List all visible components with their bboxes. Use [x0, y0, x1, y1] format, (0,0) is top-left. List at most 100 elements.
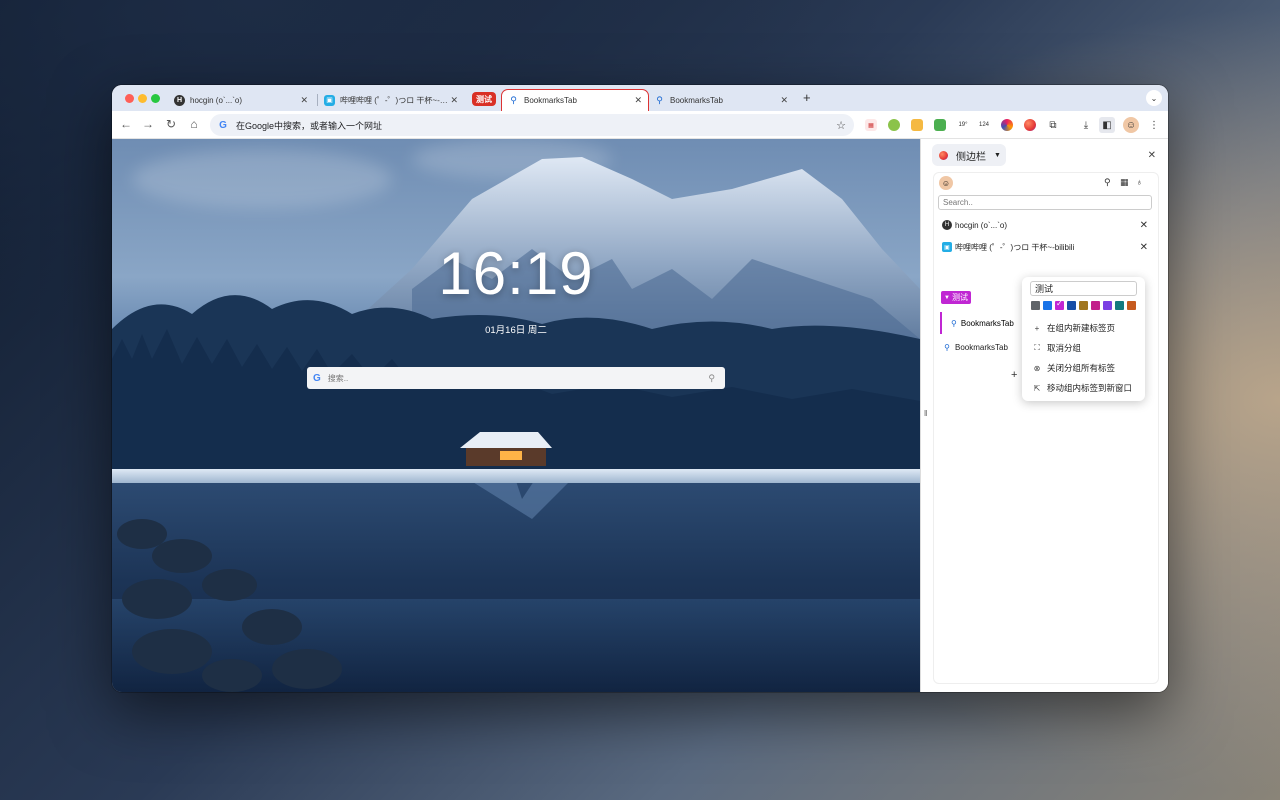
- list-item[interactable]: H hocgin (o`...`o) ✕: [938, 216, 1152, 234]
- home-icon[interactable]: ⌂: [186, 117, 202, 131]
- menu-item-ungroup[interactable]: ⛶ 取消分组: [1032, 340, 1081, 356]
- color-swatch[interactable]: [1079, 301, 1088, 310]
- tab-hocgin[interactable]: H hocgin (o`...`o) ✕: [174, 89, 314, 111]
- bilibili-favicon-icon: ▣: [942, 242, 952, 252]
- group-tab-label: BookmarksTab: [960, 318, 1014, 328]
- menu-item-label: 取消分组: [1047, 343, 1082, 353]
- cabin: [460, 432, 552, 466]
- address-bar[interactable]: G 在Google中搜索，或者输入一个网址 ☆: [210, 114, 854, 136]
- tab-close-icon[interactable]: ✕: [780, 95, 788, 106]
- ext-puzzle-green-icon[interactable]: [934, 119, 946, 131]
- search-favicon-icon: ⚲: [951, 318, 957, 328]
- ext-folder-icon[interactable]: [911, 119, 923, 131]
- ext-sidebar-logo-icon[interactable]: [1024, 119, 1036, 131]
- sidepanel-search-input[interactable]: [938, 195, 1152, 210]
- tab-strip: H hocgin (o`...`o) ✕ ▣ 哔哩哔哩 (゜-゜)つロ 干杯~-…: [112, 85, 1168, 111]
- add-item-button[interactable]: +: [1011, 369, 1017, 381]
- browser-window: H hocgin (o`...`o) ✕ ▣ 哔哩哔哩 (゜-゜)つロ 干杯~-…: [112, 85, 1168, 692]
- ext-color-wheel-icon[interactable]: [1001, 119, 1013, 131]
- list-item-label: 哔哩哔哩 (゜-゜)つロ 干杯~-bilibili: [955, 242, 1075, 252]
- color-swatch[interactable]: [1127, 301, 1136, 310]
- tab-bookmarkstab[interactable]: ⚲ BookmarksTab ✕: [654, 89, 794, 111]
- tab-bilibili[interactable]: ▣ 哔哩哔哩 (゜-゜)つロ 干杯~-bili ✕: [324, 89, 464, 111]
- tab-close-icon[interactable]: ✕: [300, 95, 308, 106]
- profile-avatar[interactable]: ☺: [1123, 117, 1139, 133]
- avatar[interactable]: ☺: [939, 176, 953, 190]
- newtab-search-input[interactable]: [327, 373, 688, 383]
- color-swatch[interactable]: [1043, 301, 1052, 310]
- grid-icon[interactable]: ▦: [1120, 177, 1129, 188]
- menu-item-new-tab-in-group[interactable]: + 在组内新建标签页: [1032, 320, 1115, 336]
- hocgin-favicon-icon: H: [174, 94, 185, 106]
- side-panel-toggle-icon[interactable]: ◧: [1099, 117, 1115, 133]
- menu-item-label: 在组内新建标签页: [1047, 323, 1116, 333]
- tab-title: 哔哩哔哩 (゜-゜)つロ 干杯~-bili: [340, 95, 448, 105]
- address-bar-placeholder: 在Google中搜索，或者输入一个网址: [236, 120, 383, 131]
- tab-close-icon[interactable]: ✕: [450, 95, 458, 106]
- google-icon: G: [219, 119, 227, 131]
- hocgin-favicon-icon: H: [942, 220, 952, 230]
- window-minimize-button[interactable]: [138, 94, 147, 103]
- move-window-icon: ⇱: [1033, 383, 1041, 393]
- snowy-shore: [112, 469, 920, 483]
- search-favicon-icon: ⚲: [656, 94, 663, 105]
- menu-item-label: 关闭分组所有标签: [1047, 363, 1116, 373]
- download-icon[interactable]: ⤓: [1078, 117, 1094, 133]
- google-icon: G: [313, 372, 321, 384]
- ext-globe-icon[interactable]: [888, 119, 900, 131]
- tab-search-chevron-icon[interactable]: ⌄: [1146, 90, 1162, 106]
- menu-item-label: 移动组内标签到新窗口: [1047, 383, 1133, 393]
- search-icon[interactable]: ⚲: [1104, 177, 1111, 188]
- chevron-down-icon: ▼: [994, 151, 1001, 159]
- window-maximize-button[interactable]: [151, 94, 160, 103]
- clock-time: 16:19: [438, 240, 594, 307]
- color-swatch[interactable]: [1115, 301, 1124, 310]
- ungroup-icon: ⛶: [1034, 343, 1040, 352]
- bookmark-star-icon[interactable]: ☆: [836, 119, 846, 132]
- color-swatch[interactable]: [1055, 299, 1064, 310]
- resize-handle-icon[interactable]: ‖: [924, 409, 927, 418]
- forward-arrow-icon[interactable]: →: [140, 117, 156, 131]
- search-icon[interactable]: ⚲: [708, 373, 715, 384]
- close-icon[interactable]: ✕: [1140, 220, 1148, 231]
- side-panel-close-icon[interactable]: ✕: [1148, 150, 1156, 161]
- menu-item-move-to-new-window[interactable]: ⇱ 移动组内标签到新窗口: [1032, 380, 1132, 396]
- plus-icon: +: [1034, 323, 1040, 333]
- new-tab-button[interactable]: +: [803, 90, 811, 105]
- back-arrow-icon[interactable]: ←: [118, 117, 134, 131]
- group-chip-label: 测试: [951, 293, 968, 302]
- ext-grid-icon[interactable]: ▦: [865, 119, 877, 131]
- color-swatch[interactable]: [1091, 301, 1100, 310]
- ext-weather-icon[interactable]: 19°: [955, 119, 971, 131]
- color-swatch[interactable]: [1031, 301, 1040, 310]
- list-item[interactable]: ▣ 哔哩哔哩 (゜-゜)つロ 干杯~-bilibili ✕: [938, 238, 1152, 256]
- reload-icon[interactable]: ↻: [163, 117, 179, 131]
- caret-down-icon: ▼: [944, 294, 950, 301]
- side-panel: ‖ 侧边栏 ▼ ✕ ☺ ⚲ ▦ ♁ H hocgin (o`...`o) ✕ ▣…: [920, 139, 1168, 692]
- search-favicon-icon: ⚲: [944, 342, 950, 352]
- ext-counter-icon[interactable]: 124: [976, 119, 992, 131]
- color-swatch[interactable]: [1067, 301, 1076, 310]
- group-chip[interactable]: ▼ 测试: [941, 291, 971, 304]
- list-item-label: BookmarksTab: [955, 342, 1008, 352]
- lightbulb-icon[interactable]: ♁: [1136, 177, 1143, 187]
- menu-kebab-icon[interactable]: ⋮: [1146, 117, 1162, 133]
- tab-bookmarkstab-active[interactable]: ⚲ BookmarksTab ✕: [501, 89, 649, 111]
- new-tab-page: 16:19 01月16日 周二 G ⚲: [112, 139, 920, 692]
- window-close-button[interactable]: [125, 94, 134, 103]
- extensions-puzzle-icon[interactable]: ⧉: [1045, 117, 1061, 133]
- tab-title: hocgin (o`...`o): [190, 95, 243, 105]
- color-swatch[interactable]: [1103, 301, 1112, 310]
- bilibili-favicon-icon: ▣: [324, 94, 335, 106]
- group-name-input[interactable]: [1030, 281, 1137, 296]
- side-panel-selector[interactable]: 侧边栏 ▼: [932, 144, 1006, 166]
- list-item-label: hocgin (o`...`o): [955, 220, 1008, 230]
- lake-rocks: [112, 499, 352, 692]
- menu-item-close-group[interactable]: ⊗ 关闭分组所有标签: [1032, 360, 1115, 376]
- close-icon[interactable]: ✕: [1140, 242, 1148, 253]
- tab-group-chip[interactable]: 测试: [472, 92, 496, 106]
- tab-title: BookmarksTab: [524, 96, 577, 105]
- close-circle-icon: ⊗: [1033, 363, 1041, 373]
- tab-close-icon[interactable]: ✕: [634, 95, 642, 106]
- newtab-search-box[interactable]: G ⚲: [307, 367, 725, 389]
